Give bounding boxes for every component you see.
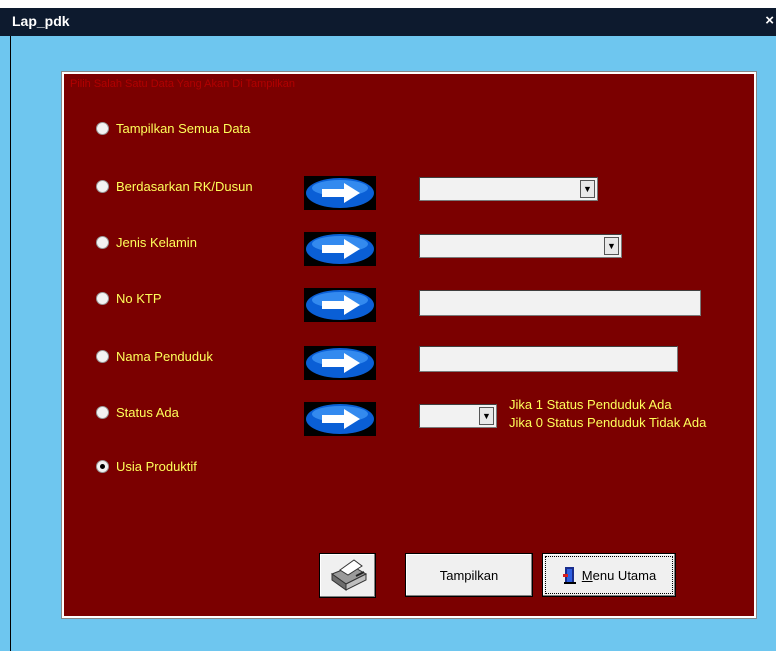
- radio-jenis-kelamin[interactable]: [96, 235, 109, 249]
- option-status-ada[interactable]: Status Ada: [96, 402, 179, 422]
- window-title: Lap_pdk: [12, 13, 70, 29]
- radio-no-ktp[interactable]: [96, 291, 109, 305]
- window-left-edge: [0, 36, 11, 651]
- arrow-right-icon[interactable]: [304, 232, 376, 266]
- option-jenis-kelamin[interactable]: Jenis Kelamin: [96, 232, 197, 252]
- chevron-down-icon[interactable]: ▼: [580, 180, 595, 198]
- option-label: Status Ada: [116, 404, 179, 420]
- frame-caption: Pilih Salah Satu Data Yang Akan Di Tampi…: [68, 78, 298, 90]
- title-bar[interactable]: Lap_pdk ×: [0, 0, 776, 36]
- option-label: Jenis Kelamin: [116, 234, 197, 250]
- no-ktp-input[interactable]: [419, 290, 701, 316]
- nama-penduduk-input[interactable]: [419, 346, 678, 372]
- door-exit-icon: [562, 566, 578, 584]
- report-window: Lap_pdk × Pilih Salah Satu Data Yang Aka…: [0, 0, 776, 651]
- option-no-ktp[interactable]: No KTP: [96, 288, 162, 308]
- tampilkan-button[interactable]: Tampilkan: [405, 553, 533, 597]
- close-icon[interactable]: ×: [765, 12, 774, 29]
- arrow-right-icon[interactable]: [304, 288, 376, 322]
- status-note-line2: Jika 0 Status Penduduk Tidak Ada: [509, 415, 707, 430]
- radio-tampilkan-semua[interactable]: [96, 121, 109, 135]
- option-label: Berdasarkan RK/Dusun: [116, 178, 253, 194]
- status-ada-combo[interactable]: ▼: [419, 404, 497, 428]
- option-usia-produktif[interactable]: Usia Produktif: [96, 456, 197, 476]
- option-label: Nama Penduduk: [116, 348, 213, 364]
- printer-icon: [326, 556, 370, 595]
- chevron-down-icon[interactable]: ▼: [479, 407, 494, 425]
- rk-dusun-combo[interactable]: ▼: [419, 177, 598, 201]
- chevron-down-icon[interactable]: ▼: [604, 237, 619, 255]
- option-label: No KTP: [116, 290, 162, 306]
- arrow-right-icon[interactable]: [304, 402, 376, 436]
- option-tampilkan-semua[interactable]: Tampilkan Semua Data: [96, 118, 250, 138]
- menu-utama-label: Menu Utama: [581, 567, 657, 583]
- option-nama-penduduk[interactable]: Nama Penduduk: [96, 346, 213, 366]
- arrow-right-icon[interactable]: [304, 346, 376, 380]
- menu-utama-button[interactable]: Menu Utama: [542, 553, 676, 597]
- option-label: Tampilkan Semua Data: [116, 120, 251, 136]
- jenis-kelamin-combo[interactable]: ▼: [419, 234, 622, 258]
- radio-nama-penduduk[interactable]: [96, 349, 109, 363]
- radio-usia-produktif[interactable]: [96, 459, 109, 473]
- status-note-line1: Jika 1 Status Penduduk Ada: [509, 397, 672, 412]
- print-button[interactable]: [319, 553, 376, 598]
- option-label: Usia Produktif: [116, 458, 197, 474]
- radio-rk-dusun[interactable]: [96, 179, 109, 193]
- radio-status-ada[interactable]: [96, 405, 109, 419]
- option-rk-dusun[interactable]: Berdasarkan RK/Dusun: [96, 176, 253, 196]
- selection-frame: [61, 71, 757, 619]
- arrow-right-icon[interactable]: [304, 176, 376, 210]
